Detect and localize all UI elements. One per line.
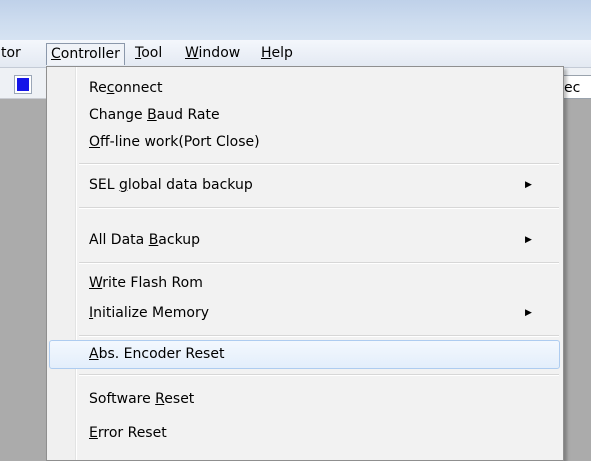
menu-separator — [79, 335, 559, 337]
submenu-arrow-icon: ▶ — [525, 180, 532, 190]
menu-separator — [79, 207, 559, 209]
menu-separator — [79, 374, 559, 376]
menu-item-controller[interactable]: Controller — [46, 43, 125, 65]
menu-item-help[interactable]: Help — [260, 44, 294, 63]
menu-item-tool[interactable]: Tool — [134, 44, 163, 63]
menu-item-monitor-partial[interactable]: tor — [0, 44, 22, 63]
menu-item-abs-encoder-reset[interactable]: Abs. Encoder Reset — [89, 343, 224, 365]
menu-item-error-reset[interactable]: Error Reset — [89, 422, 167, 444]
menu-item-reconnect[interactable]: Reconnect — [89, 77, 163, 99]
menu-item-window[interactable]: Window — [184, 44, 241, 63]
menu-item-write-flash-rom[interactable]: Write Flash Rom — [89, 272, 203, 294]
menu-separator — [79, 262, 559, 264]
color-square-button[interactable] — [14, 75, 32, 94]
menu-icon-gutter — [47, 67, 77, 460]
menu-item-sel-global-data-backup[interactable]: SEL global data backup — [89, 174, 253, 196]
menu-separator — [79, 163, 559, 165]
menu-item-all-data-backup[interactable]: All Data Backup — [89, 229, 200, 251]
menu-item-change-baud-rate[interactable]: Change Baud Rate — [89, 104, 220, 126]
blue-square-icon — [17, 78, 29, 91]
menu-bar: tor Controller Tool Window Help — [0, 40, 591, 68]
partial-text-field[interactable]: ec — [560, 75, 591, 99]
submenu-arrow-icon: ▶ — [525, 308, 532, 318]
menu-item-offline-work[interactable]: Off-line work(Port Close) — [89, 131, 260, 153]
menu-item-software-reset[interactable]: Software Reset — [89, 388, 194, 410]
menu-item-initialize-memory[interactable]: Initialize Memory — [89, 302, 209, 324]
submenu-arrow-icon: ▶ — [525, 235, 532, 245]
controller-dropdown-menu: Reconnect Change Baud Rate Off-line work… — [46, 66, 564, 461]
window-titlebar — [0, 0, 591, 40]
